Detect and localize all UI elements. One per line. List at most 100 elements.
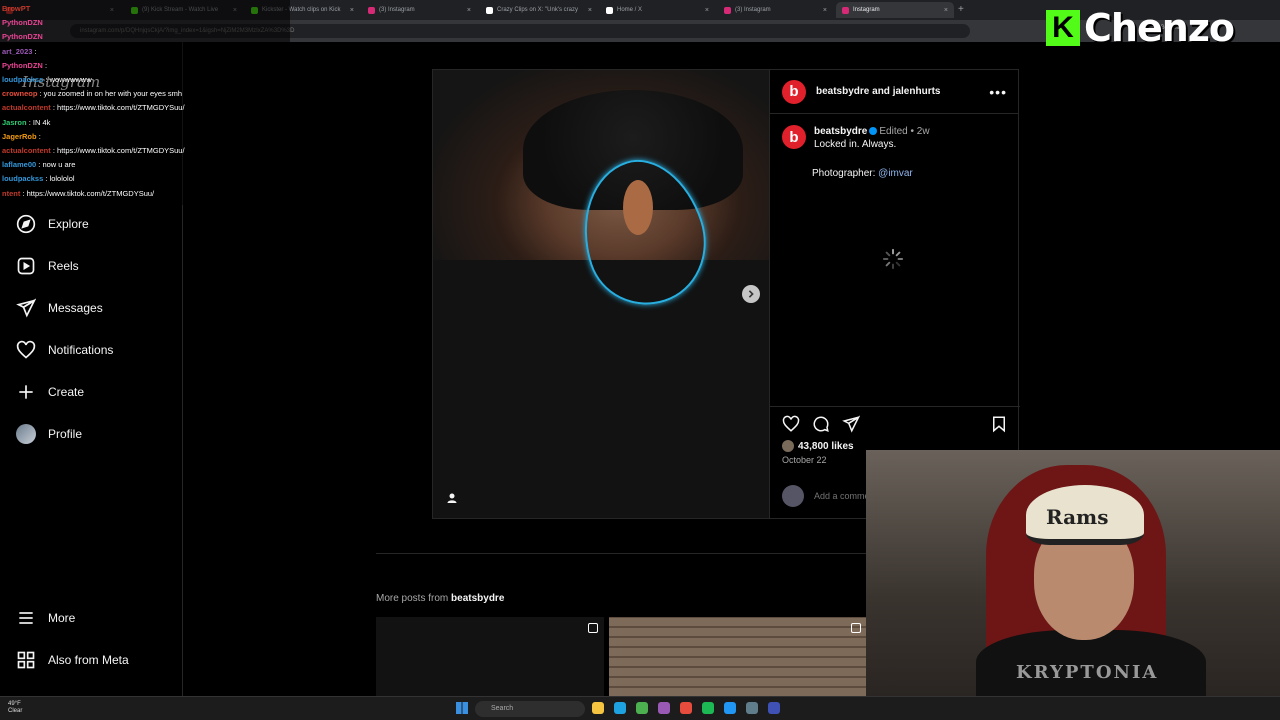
tab-favicon-icon (606, 6, 613, 14)
spotify-icon[interactable] (702, 702, 714, 714)
webcam-feed: Rams KRYPTONIA (866, 450, 1280, 696)
chat-username: ntent (2, 188, 21, 198)
kick-logo: K (1046, 10, 1080, 46)
browser-tab[interactable]: (3) Instagram × (362, 2, 477, 18)
windows-start-icon[interactable] (456, 702, 468, 714)
browser-tab[interactable]: Home / X × (600, 2, 715, 18)
tab-label: Instagram (853, 7, 880, 13)
photographer-label: Photographer: (812, 168, 876, 179)
beats-logo[interactable]: b (782, 79, 806, 104)
chat-username: actualcontent (2, 103, 51, 113)
grid-icon (17, 651, 35, 669)
chrome-icon[interactable] (636, 702, 648, 714)
file-explorer-icon[interactable] (592, 702, 604, 714)
close-tab-icon[interactable]: × (350, 7, 354, 14)
sidebar-item-notifications[interactable]: Notifications (16, 338, 113, 362)
chat-message: PythonDZN : (2, 61, 47, 70)
post-header: b beatsbydre and jalenhurts ••• (770, 70, 1019, 114)
sidebar-item-more[interactable]: More (16, 606, 75, 630)
loading-spinner-icon (882, 248, 904, 270)
close-tab-icon[interactable]: × (823, 7, 827, 14)
post-media[interactable] (433, 70, 769, 518)
chat-username: crowneop (2, 89, 38, 99)
sidebar-item-create[interactable]: Create (16, 380, 84, 404)
new-tab-button[interactable]: + (958, 4, 964, 15)
plus-icon (19, 385, 33, 399)
post-caption: b beatsbydre Edited • 2w Locked in. Alway… (782, 125, 930, 151)
sidebar-item-label: Create (48, 385, 85, 399)
chat-text: : (34, 46, 37, 56)
tab-label: Home / X (617, 7, 643, 13)
sidebar-item-label: Also from Meta (48, 653, 129, 667)
tab-label: (3) Instagram (379, 7, 415, 13)
chat-text: : you zoomed in on her with your eyes sm… (39, 89, 183, 99)
app-icon[interactable] (768, 702, 780, 714)
chat-username: loudpackss (2, 174, 44, 184)
close-tab-icon[interactable]: × (467, 7, 471, 14)
heart-icon (16, 340, 36, 359)
more-post-thumbnail[interactable] (376, 617, 604, 696)
browser-tab[interactable]: Crazy Clips on X: "Unk's crazy × (480, 2, 598, 18)
more-post-thumbnail[interactable] (609, 617, 867, 696)
chat-username: PythonDZN (2, 32, 43, 42)
sidebar-item-label: Messages (48, 301, 103, 315)
sidebar-item-label: More (48, 611, 76, 625)
app-icon[interactable] (746, 702, 758, 714)
like-heart-icon[interactable] (782, 415, 800, 433)
edge-icon[interactable] (614, 702, 626, 714)
chat-username: loudpackss (2, 75, 44, 84)
chat-message: Jasron : IN 4k (2, 118, 50, 127)
chat-text: : (44, 60, 48, 70)
close-tab-icon[interactable]: × (705, 7, 709, 14)
close-tab-icon[interactable]: × (944, 7, 948, 14)
chat-username: BrowPT (2, 4, 31, 13)
sidebar-item-label: Notifications (48, 343, 114, 357)
streamer-brand: K Chenzo (1046, 6, 1235, 50)
chat-message: actualcontent : https://www.tiktok.com/t… (2, 146, 185, 155)
chat-message: BrowPT (2, 4, 30, 13)
photographer-credit: Photographer: @imvar (812, 168, 913, 179)
chat-text: : https://www.tiktok.com/t/ZTMGDYSuu/ (22, 188, 155, 198)
beats-logo[interactable]: b (782, 125, 806, 149)
more-posts-heading: More posts from beatsbydre (376, 593, 504, 604)
chat-username: actualcontent (2, 146, 51, 155)
next-image-button[interactable] (742, 285, 760, 303)
taskbar-search[interactable]: Search (475, 701, 585, 717)
section-divider (376, 553, 866, 554)
bookmark-icon[interactable] (990, 415, 1008, 433)
sidebar-item-reels[interactable]: Reels (16, 254, 79, 278)
weather-widget[interactable]: 49°F Clear (8, 701, 22, 715)
more-options-icon[interactable]: ••• (989, 84, 1007, 100)
tab-favicon-icon (368, 6, 375, 14)
app-icon[interactable] (658, 702, 670, 714)
chat-message: crowneop : you zoomed in on her with you… (2, 89, 182, 98)
user-tag-icon[interactable] (446, 492, 458, 504)
sidebar-item-profile[interactable]: Profile (16, 422, 82, 446)
caption-username[interactable]: beatsbydre (814, 126, 867, 137)
sidebar-item-messages[interactable]: Messages (16, 296, 103, 320)
reels-icon (17, 257, 35, 275)
close-tab-icon[interactable]: × (588, 7, 592, 14)
app-icon[interactable] (724, 702, 736, 714)
likes-count[interactable]: 43,800 likes (782, 440, 854, 452)
browser-tab[interactable]: Instagram × (836, 2, 954, 18)
photographer-mention[interactable]: @imvar (878, 168, 913, 179)
sidebar-item-explore[interactable]: Explore (16, 212, 89, 236)
more-posts-user[interactable]: beatsbydre (451, 593, 504, 604)
caption-edited-time: Edited • 2w (879, 126, 930, 137)
chat-message: actualcontent : https://www.tiktok.com/t… (2, 103, 185, 112)
likes-count-text: 43,800 likes (798, 440, 854, 452)
chat-username: laflame00 (2, 160, 37, 170)
browser-tab[interactable]: (3) Instagram × (718, 2, 833, 18)
sidebar-item-also-from-meta[interactable]: Also from Meta (16, 648, 129, 672)
chat-username: Jasron (2, 117, 27, 127)
avatar (16, 424, 36, 444)
chat-text: : lolololol (45, 174, 75, 184)
comment-icon[interactable] (812, 415, 830, 433)
chat-message: ntent : https://www.tiktok.com/t/ZTMGDYS… (2, 189, 154, 198)
carousel-icon (588, 623, 598, 633)
cap-text: Rams (1046, 505, 1109, 529)
share-icon[interactable] (842, 415, 860, 433)
post-authors[interactable]: beatsbydre and jalenhurts (816, 86, 940, 97)
app-icon[interactable] (680, 702, 692, 714)
